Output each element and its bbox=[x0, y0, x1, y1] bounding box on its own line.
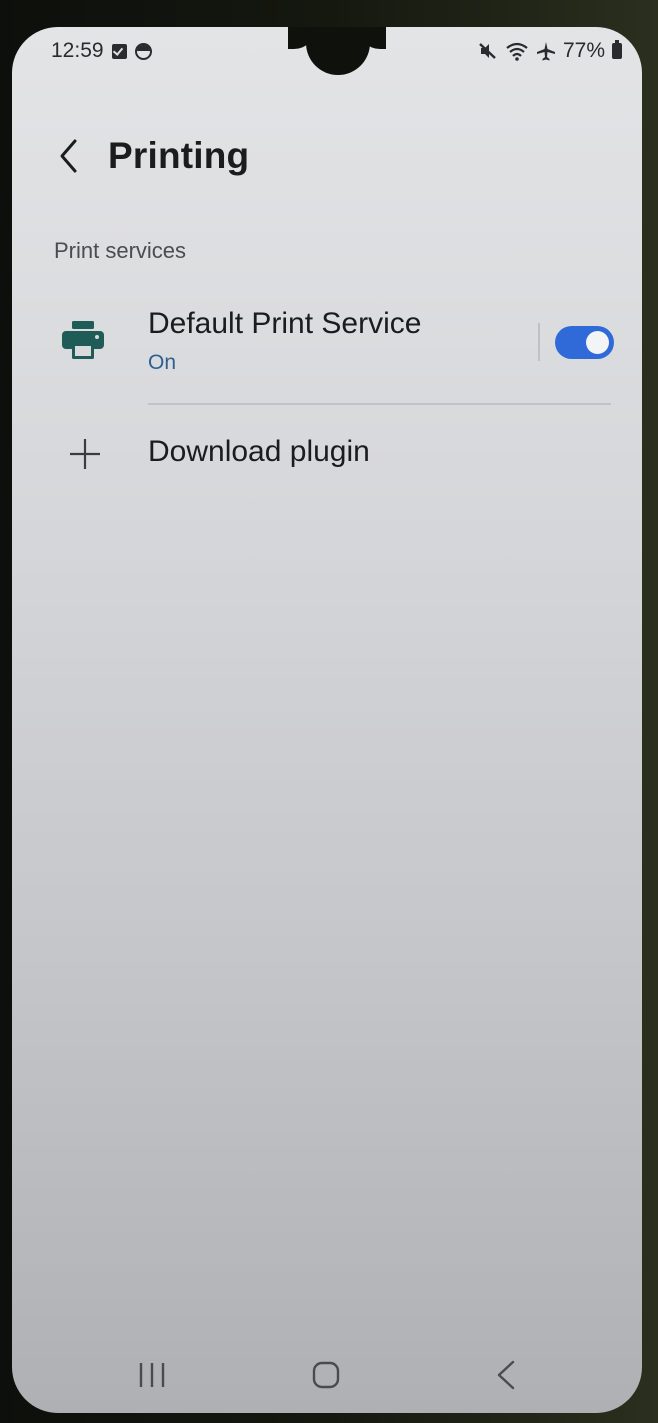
service-status: On bbox=[148, 351, 177, 374]
camera-notch bbox=[306, 27, 370, 75]
airplane-icon bbox=[536, 42, 555, 61]
back-button[interactable] bbox=[46, 131, 90, 181]
navigation-bar bbox=[12, 1345, 642, 1405]
service-title: Default Print Service bbox=[148, 307, 422, 340]
service-toggle[interactable] bbox=[555, 326, 614, 359]
checkbox-notification-icon bbox=[111, 43, 127, 59]
status-bar-right: 77% bbox=[478, 39, 622, 63]
vertical-divider bbox=[538, 323, 540, 361]
home-icon[interactable] bbox=[306, 1357, 346, 1393]
recent-apps-icon[interactable] bbox=[132, 1357, 172, 1393]
status-bar-left: 12:59 bbox=[51, 39, 152, 63]
print-service-item[interactable]: Default Print Service On bbox=[12, 289, 642, 399]
plus-icon bbox=[70, 439, 100, 469]
phone-screen: 12:59 77% Printing Print services Defaul… bbox=[12, 27, 642, 1413]
app-bar: Printing bbox=[12, 123, 642, 193]
battery-icon bbox=[612, 40, 622, 59]
wifi-icon bbox=[506, 42, 528, 61]
status-time: 12:59 bbox=[51, 39, 104, 62]
download-plugin-label: Download plugin bbox=[148, 435, 370, 468]
printer-icon bbox=[62, 321, 104, 359]
toggle-knob bbox=[586, 331, 609, 354]
section-header: Print services bbox=[54, 238, 187, 263]
download-plugin-item[interactable]: Download plugin bbox=[12, 415, 642, 495]
circle-notification-icon bbox=[134, 42, 152, 60]
mute-icon bbox=[479, 43, 496, 59]
battery-percent: 77% bbox=[562, 39, 605, 62]
list-divider bbox=[148, 403, 611, 405]
page-title: Printing bbox=[108, 135, 250, 176]
back-icon[interactable] bbox=[486, 1357, 526, 1393]
chevron-left-icon bbox=[60, 139, 77, 173]
